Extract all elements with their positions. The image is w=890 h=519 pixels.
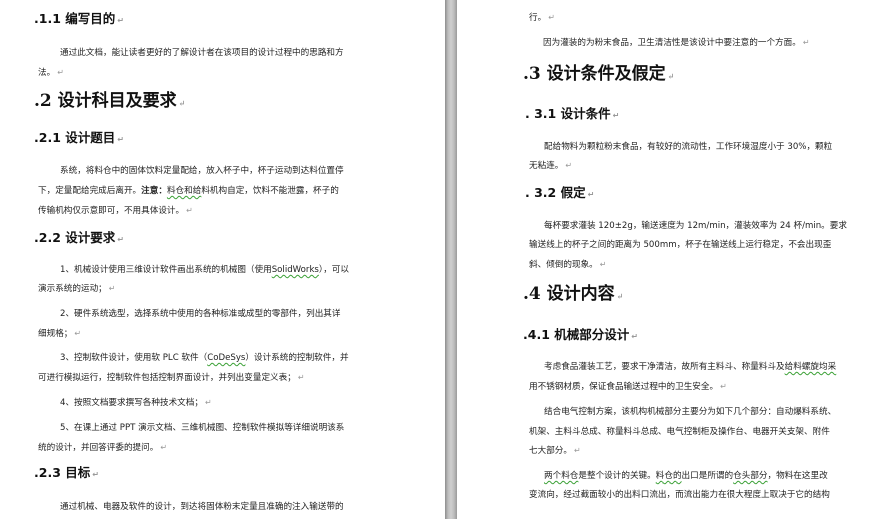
paragraph-line: 变流向，经过截面较小的出料口流出，而流出能力在很大程度上取决于它的结构 xyxy=(529,490,830,500)
paragraph-line: 配给物料为颗粒粉末食品，有较好的流动性，工作环境湿度小于 30%，颗粒 xyxy=(544,142,833,152)
paragraph-line: 两个料仓是整个设计的关键。料仓的出口是所谓的仓头部分，物料在这里改 xyxy=(544,471,828,481)
heading-3-1: . 3.1 设计条件 ↵ xyxy=(525,106,620,121)
requirement-2: 2、硬件系统选型，选择系统中使用的各种标准或成型的零部件，列出其详 xyxy=(60,309,341,319)
paragraph-line: 用不锈钢材质，保证食品输送过程中的卫生安全。 ↵ xyxy=(529,382,727,392)
requirement-1: 1、机械设计使用三维设计软件画出系统的机械图（使用SolidWorks），可以 xyxy=(60,265,349,275)
paragraph-line: 法。 ↵ xyxy=(38,68,64,78)
paragraph-line: 结合电气控制方案，该机构机械部分主要分为如下几个部分：自动爆料系统、 xyxy=(544,407,837,417)
requirement-5: 5、在课上通过 PPT 演示文档、三维机械图、控制软件模拟等详细说明该系 xyxy=(60,423,345,433)
paragraph-line: 输送线上的杯子之间的距离为 500mm，杯子在输送线上运行稳定，不会出现歪 xyxy=(529,240,832,250)
requirement-2-cont: 细规格； ↵ xyxy=(38,329,82,339)
paragraph-line: 因为灌装的为粉末食品，卫生清洁性是该设计中要注意的一个方面。 ↵ xyxy=(543,38,810,48)
paragraph-line: 系统，将料仓中的固体饮料定量配给，放入杯子中，杯子运动到达料位置停 xyxy=(60,166,344,176)
page-gutter xyxy=(445,0,457,519)
paragraph-line: 行。 ↵ xyxy=(529,13,555,23)
heading-4: .4 设计内容 ↵ xyxy=(523,284,624,304)
heading-3-2: . 3.2 假定 ↵ xyxy=(525,185,595,200)
requirement-3-cont: 可进行模拟运行，控制软件包括控制界面设计，并列出变量定义表； ↵ xyxy=(38,373,305,383)
heading-4-1: .4.1 机械部分设计 ↵ xyxy=(523,327,638,342)
document-page-left: .1.1 编写目的 ↵ 通过此文档，能让读者更好的了解设计者在该项目的设计过程中的… xyxy=(0,0,445,519)
paragraph-line: 每杯要求灌装 120±2g，输送速度为 12m/min，灌装效率为 24 杯/m… xyxy=(544,221,847,231)
paragraph-line: 七大部分。 ↵ xyxy=(529,446,581,456)
paragraph-line: 下，定量配给完成后离开。注意：料仓和给料机构自定，饮料不能泄露，杯子的 xyxy=(38,186,339,196)
heading-2-1: .2.1 设计题目 ↵ xyxy=(34,130,124,145)
document-page-right: 行。 ↵ 因为灌装的为粉末食品，卫生清洁性是该设计中要注意的一个方面。 ↵ .3 设… xyxy=(457,0,890,519)
requirement-4: 4、按照文档要求撰写各种技术文档； ↵ xyxy=(60,398,212,408)
requirement-5-cont: 统的设计，并回答评委的提问。 ↵ xyxy=(38,443,168,453)
paragraph-line: 通过此文档，能让读者更好的了解设计者在该项目的设计过程中的思路和方 xyxy=(60,48,344,58)
heading-2: .2 设计科目及要求 ↵ xyxy=(34,91,186,111)
paragraph-line: 斜、倾倒的现象。 ↵ xyxy=(529,260,607,270)
heading-2-2: .2.2 设计要求 ↵ xyxy=(34,230,124,245)
paragraph-line: 通过机械、电器及软件的设计，到达将固体粉末定量且准确的注入输送带的 xyxy=(60,502,344,512)
heading-1-1: .1.1 编写目的 ↵ xyxy=(34,11,124,26)
heading-3: .3 设计条件及假定 ↵ xyxy=(523,64,675,84)
paragraph-line: 无粘连。 ↵ xyxy=(529,161,573,171)
paragraph-line: 传输机构仅示意即可，不用具体设计。 ↵ xyxy=(38,206,193,216)
requirement-1-cont: 演示系统的运动； ↵ xyxy=(38,284,116,294)
requirement-3: 3、控制软件设计，使用软 PLC 软件（CoDeSys）设计系统的控制软件，并 xyxy=(60,353,349,363)
paragraph-line: 机架、主料斗总成、称量料斗总成、电气控制柜及操作台、电器开关支架、附件 xyxy=(529,427,830,437)
heading-2-3: .2.3 目标 ↵ xyxy=(34,465,99,480)
paragraph-line: 考虑食品灌装工艺，要求干净清洁，故所有主料斗、称量料斗及给料螺旋均采 xyxy=(544,362,837,372)
